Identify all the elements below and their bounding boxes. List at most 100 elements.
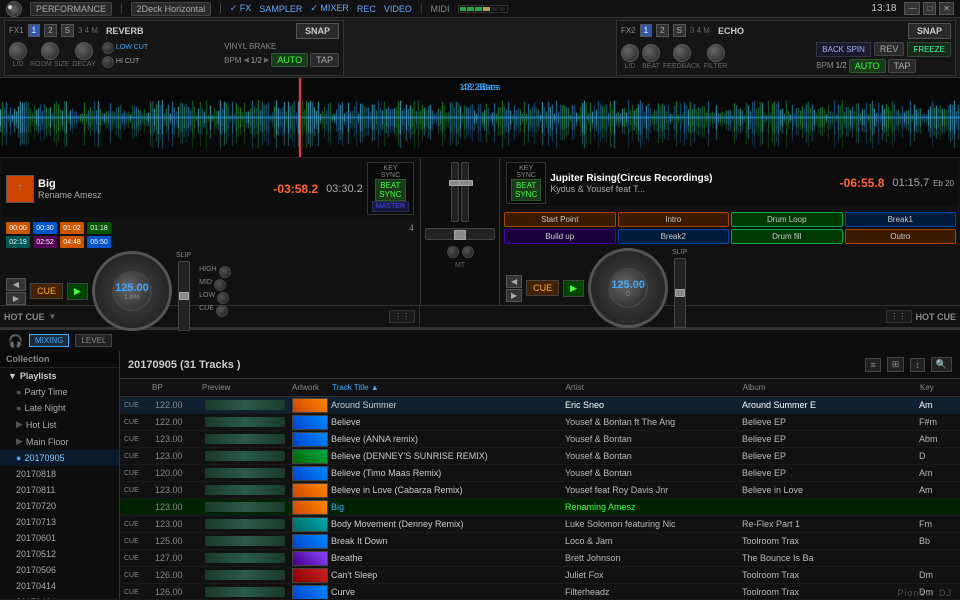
sidebar-item-main-floor[interactable]: ▶ Main Floor (0, 433, 119, 450)
deck-left-cue-btn[interactable]: CUE (30, 283, 63, 299)
track-row[interactable]: CUE 126.00 Can't Sleep Juliet Fox Toolro… (120, 567, 960, 584)
fx-check[interactable]: ✓ FX (230, 3, 252, 14)
sidebar-item-hot-list[interactable]: ▶ Hot List (0, 416, 119, 433)
col-h-album[interactable]: Album (739, 383, 916, 392)
deck-left-nav-prev[interactable]: ◀ (6, 278, 26, 291)
deck-left-nav-next[interactable]: ▶ (6, 292, 26, 305)
sidebar-item-20170720[interactable]: 20170720 (0, 498, 119, 514)
list-view-btn[interactable]: ≡ (865, 358, 880, 372)
fx2-snap-btn[interactable]: SNAP (908, 23, 951, 39)
fx2-num1[interactable]: 1 (640, 24, 652, 37)
fx1-auto-btn[interactable]: AUTO (271, 53, 308, 67)
deck-left-jog[interactable]: 125.00 1.6% (92, 251, 172, 331)
track-row[interactable]: CUE 125.00 Break It Down Loco & Jam Tool… (120, 533, 960, 550)
fx2-beat-knob[interactable] (642, 44, 660, 62)
col-h-artist[interactable]: Artist (562, 383, 739, 392)
cue-drum-loop[interactable]: Drum Loop (731, 212, 843, 227)
filter-knob-l[interactable] (447, 246, 459, 258)
track-row[interactable]: CUE 126.00 Curve Filterheadz Toolroom Tr… (120, 584, 960, 599)
freeze-btn[interactable]: FREEZE (907, 42, 951, 57)
mixer-check[interactable]: ✓ MIXER (310, 3, 349, 14)
fx1-num2[interactable]: 2 (44, 24, 56, 37)
cue-pt-0252[interactable]: 02:52 (33, 236, 57, 248)
sidebar-item-party-time[interactable]: ● Party Time (0, 384, 119, 400)
deck-left-master-btn[interactable]: MASTER (372, 201, 409, 212)
cue-start-point[interactable]: Start Point (504, 212, 616, 227)
cue-break2[interactable]: Break2 (618, 229, 730, 244)
fx2-num2[interactable]: 2 (656, 24, 668, 37)
performance-mode-btn[interactable]: PERFORMANCE (30, 2, 112, 16)
cue-pt-0219[interactable]: 02:19 (6, 236, 30, 248)
deck-right-cue-btn[interactable]: CUE (526, 280, 559, 296)
vol-fader-l[interactable] (451, 162, 459, 222)
fx1-snap-btn[interactable]: SNAP (296, 23, 339, 39)
sidebar-item-late-night[interactable]: ● Late Night (0, 400, 119, 416)
sidebar-item-20170404[interactable]: 20170404 (0, 594, 119, 599)
sidebar-item-20170713[interactable]: 20170713 (0, 514, 119, 530)
fx1-nums[interactable]: S (61, 24, 74, 37)
sidebar-item-20170506[interactable]: 20170506 (0, 562, 119, 578)
fx1-decay-knob[interactable] (75, 42, 93, 60)
cue-build-up[interactable]: Build up (504, 229, 616, 244)
cue-pt-0102[interactable]: 01:02 (60, 222, 84, 234)
grid-view-btn[interactable]: ⊞ (887, 357, 905, 372)
cue-drum-fill[interactable]: Drum fill (731, 229, 843, 244)
vol-fader-r[interactable] (461, 162, 469, 222)
level-btn[interactable]: LEVEL (75, 334, 112, 347)
cue-pt-0448[interactable]: 04:48 (60, 236, 84, 248)
sidebar-item-20170601[interactable]: 20170601 (0, 530, 119, 546)
sidebar-item-20170811[interactable]: 20170811 (0, 482, 119, 498)
cue-pt-0550[interactable]: 05:50 (87, 236, 111, 248)
fx2-filter-knob[interactable] (707, 44, 725, 62)
deck-right-nav-prev[interactable]: ◀ (506, 275, 522, 288)
track-row[interactable]: CUE 122.00 Believe Yousef & Bontan ft Th… (120, 414, 960, 431)
deck-right-play-btn[interactable]: ▶ (563, 280, 584, 297)
track-row[interactable]: 123.00 Big Renaming Amesz (120, 499, 960, 516)
fx1-hicut-knob[interactable] (102, 56, 114, 68)
deck-left-beat-sync-btn[interactable]: BEATSYNC (375, 179, 405, 201)
deck-right-jog[interactable]: 125.00 0 (588, 248, 668, 328)
col-h-key[interactable]: Key (916, 383, 956, 392)
fx1-num1[interactable]: 1 (28, 24, 40, 37)
deck-left-pitch[interactable] (178, 261, 190, 331)
fx1-lowcut-knob[interactable] (102, 42, 114, 54)
cue-pt-0030[interactable]: 00:30 (33, 222, 57, 234)
track-row[interactable]: CUE 127.00 Breathe Brett Johnson The Bou… (120, 550, 960, 567)
deck-right-pitch[interactable] (674, 258, 686, 328)
deck-left-play-btn[interactable]: ▶ (67, 283, 88, 300)
cue-pt-0118[interactable]: 01:18 (87, 222, 111, 234)
video-check[interactable]: VIDEO (384, 4, 412, 14)
sidebar-item-20170905[interactable]: ● 20170905 (0, 450, 119, 466)
back-spin-btn[interactable]: BACK SPIN (816, 42, 871, 57)
track-row[interactable]: CUE 123.00 Believe (ANNA remix) Yousef &… (120, 431, 960, 448)
fx2-tap-btn[interactable]: TAP (888, 59, 917, 73)
fx1-room-knob[interactable] (41, 42, 59, 60)
eq-high-knob-l[interactable] (219, 266, 231, 278)
cue-break1[interactable]: Break1 (845, 212, 957, 227)
minimize-btn[interactable]: — (904, 2, 920, 15)
cue-pt-0000[interactable]: 00:00 (6, 222, 30, 234)
layout-btn[interactable]: 2Deck Horizontal (131, 2, 212, 16)
fx2-rev-btn[interactable]: REV (874, 42, 905, 56)
rec-check[interactable]: REC (357, 4, 376, 14)
eq-mid-knob-l[interactable] (214, 279, 226, 291)
track-row[interactable]: CUE 122.00 Around Summer Eric Sneo Aroun… (120, 397, 960, 414)
maximize-btn[interactable]: □ (923, 2, 936, 15)
search-btn[interactable]: 🔍 (931, 357, 952, 372)
close-btn[interactable]: ✕ (939, 2, 954, 15)
cue-intro[interactable]: Intro (618, 212, 730, 227)
track-row[interactable]: CUE 123.00 Body Movement (Denney Remix) … (120, 516, 960, 533)
deck-right-nav-next[interactable]: ▶ (506, 289, 522, 302)
sampler-check[interactable]: SAMPLER (259, 4, 302, 14)
mixing-btn[interactable]: MIXING (29, 334, 69, 347)
eq-low-knob-l[interactable] (217, 292, 229, 304)
filter-knob-r[interactable] (462, 246, 474, 258)
fx1-tap-btn[interactable]: TAP (310, 53, 339, 67)
fx2-feedback-knob[interactable] (673, 44, 691, 62)
col-h-artwork[interactable]: Artwork (288, 383, 328, 392)
track-row[interactable]: CUE 123.00 Believe (DENNEY'S SUNRISE REM… (120, 448, 960, 465)
col-h-title[interactable]: Track Title ▲ (328, 383, 562, 392)
sort-btn[interactable]: ↕ (910, 358, 925, 372)
track-row[interactable]: CUE 123.00 Believe in Love (Cabarza Remi… (120, 482, 960, 499)
sidebar-item-20170512[interactable]: 20170512 (0, 546, 119, 562)
